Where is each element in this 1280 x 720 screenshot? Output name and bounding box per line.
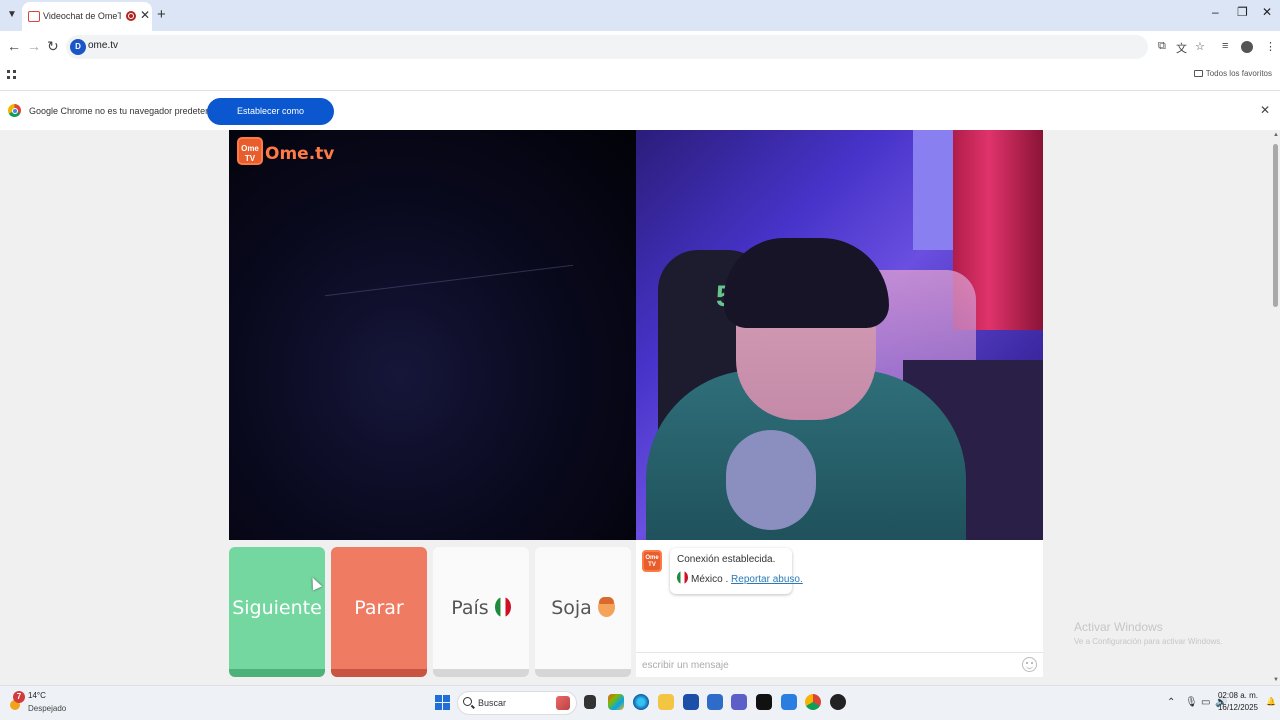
tab-ometv[interactable]: Videochat de OmeTV: una ✕ [22,2,152,31]
tab-strip: ▼ Videochat de OmeTV: una ✕ + – ❐ ✕ [0,0,1280,31]
self-video: Ome TV Ome.tv [229,130,636,540]
bookmark-star-icon[interactable]: ☆ [1195,40,1205,53]
mexico-flag-icon [494,597,511,617]
set-default-button[interactable]: Establecer como predeterminado [207,98,334,143]
watermark-subtitle: Ve a Configuración para activar Windows. [1074,637,1223,646]
taskbar-search[interactable]: Buscar [457,691,577,715]
activate-windows-watermark: Activar Windows Ve a Configuración para … [1074,620,1223,646]
microphone-icon[interactable]: 🎙 [1185,697,1198,708]
recording-indicator-icon [126,11,136,21]
mexico-flag-icon [677,571,688,584]
stop-label: Parar [354,597,404,619]
stop-button[interactable]: Parar [331,547,427,677]
message-input[interactable] [642,657,1002,674]
partner-country: México [691,574,723,585]
weather-alert-icon[interactable]: 7 [13,691,25,703]
windows-taskbar: 7 14°C Despejado Buscar ⌃ 🎙 ▭ 🔊 02:08 a.… [0,685,1280,720]
report-abuse-link[interactable]: Reportar abuso. [731,574,803,585]
reading-list-icon[interactable]: ≡ [1222,40,1228,52]
logo-text: Ome.tv [265,144,335,164]
browser-toolbar: ← → ↻ D ome.tv ⧉ 文 ☆ ≡ ⋮ [0,31,1280,63]
tab-title: Videochat de OmeTV: una [43,11,121,21]
folder-icon [1193,70,1203,77]
app-notification-icon[interactable] [830,694,846,710]
tab-search-chevron-icon[interactable]: ▼ [4,7,20,23]
tray-overflow-icon[interactable]: ⌃ [1167,697,1175,708]
copilot-icon[interactable] [608,694,624,710]
watermark-title: Activar Windows [1074,620,1163,634]
url-text[interactable]: ome.tv [88,40,118,51]
profile-avatar-icon[interactable] [1241,41,1253,53]
chat-input-row [636,652,1043,677]
emoji-icon[interactable] [1022,657,1037,672]
forward-arrow-icon[interactable]: → [27,38,41,54]
reload-icon[interactable]: ↻ [47,38,59,55]
address-bar[interactable]: D ome.tv [66,35,1148,59]
clock-time: 02:08 a. m. [1217,691,1258,700]
outlook-icon[interactable] [707,694,723,710]
weather-description[interactable]: Despejado [28,704,66,713]
search-highlight-icon [556,696,570,710]
apps-grid-icon[interactable] [7,70,16,79]
install-app-icon[interactable]: ⧉ [1158,40,1166,53]
ometv-avatar-icon: Ome TV [642,550,662,572]
chat-controls: Siguiente Parar País Soja [229,547,636,677]
maximize-button[interactable]: ❐ [1237,5,1248,19]
temperature[interactable]: 14°C [28,691,46,700]
gender-button[interactable]: Soja [535,547,631,677]
gender-label: Soja [551,597,592,619]
boy-face-icon [597,597,615,617]
default-browser-infobar: Google Chrome no es tu navegador predete… [0,90,1280,143]
task-view-icon[interactable] [584,695,596,709]
page-scrollbar[interactable]: ▲ ▼ [1272,130,1280,685]
partner-location: México . Reportar abuso. [677,571,803,585]
video-light-streak [324,264,574,297]
menu-kebab-icon[interactable]: ⋮ [1265,40,1276,53]
next-label: Siguiente [232,597,322,619]
windows-start-icon[interactable] [435,695,450,710]
minimize-button[interactable]: – [1212,5,1219,19]
chrome-logo-icon [8,104,21,117]
system-message: Conexión establecida. México . Reportar … [670,548,803,594]
file-explorer-icon[interactable] [658,694,674,710]
bookmarks-bar: Todos los favoritos [0,63,1280,89]
search-icon [463,697,472,706]
tv-favicon-icon [28,11,40,22]
partner-video: 5 [636,130,1043,540]
site-info-icon[interactable]: D [70,39,86,55]
scroll-up-icon[interactable]: ▲ [1273,132,1279,138]
search-label: Buscar [478,698,507,708]
country-button[interactable]: País [433,547,529,677]
tv-logo-icon: Ome TV [237,137,263,165]
new-tab-button[interactable]: + [157,6,166,23]
video-person-hair [724,238,889,328]
location-separator: . [722,574,732,585]
back-arrow-icon[interactable]: ← [7,38,21,54]
chat-panel: Ome TV Conexión establecida. México . Re… [636,540,1043,677]
all-bookmarks-label: Todos los favoritos [1205,69,1272,78]
scroll-thumb[interactable] [1273,144,1278,307]
tiktok-icon[interactable] [756,694,772,710]
app-icon[interactable] [781,694,797,710]
close-window-button[interactable]: ✕ [1262,5,1272,19]
notification-bell-icon[interactable]: 🔔 [1266,697,1276,706]
country-label: País [451,597,489,619]
network-icon[interactable]: ▭ [1201,697,1210,708]
edge-icon[interactable] [633,694,649,710]
tab-close-icon[interactable]: ✕ [140,8,150,22]
infobar-close-icon[interactable]: ✕ [1260,103,1270,117]
chrome-taskbar-icon[interactable] [805,694,821,710]
scroll-down-icon[interactable]: ▼ [1273,677,1279,683]
all-bookmarks-folder[interactable]: Todos los favoritos [1193,69,1272,78]
store-icon[interactable] [683,694,699,710]
video-person-hand [726,430,816,530]
connection-status: Conexión establecida. [677,554,776,565]
translate-icon[interactable]: 文 [1176,40,1187,56]
clock-date: 16/12/2025 [1217,703,1258,712]
teams-icon[interactable] [731,694,747,710]
system-clock[interactable]: 02:08 a. m. 16/12/2025 [1218,690,1258,714]
page-content: Ome TV Ome.tv 5 Siguiente Parar País Soj… [0,130,1280,685]
video-window [913,130,953,250]
next-button[interactable]: Siguiente [229,547,325,677]
